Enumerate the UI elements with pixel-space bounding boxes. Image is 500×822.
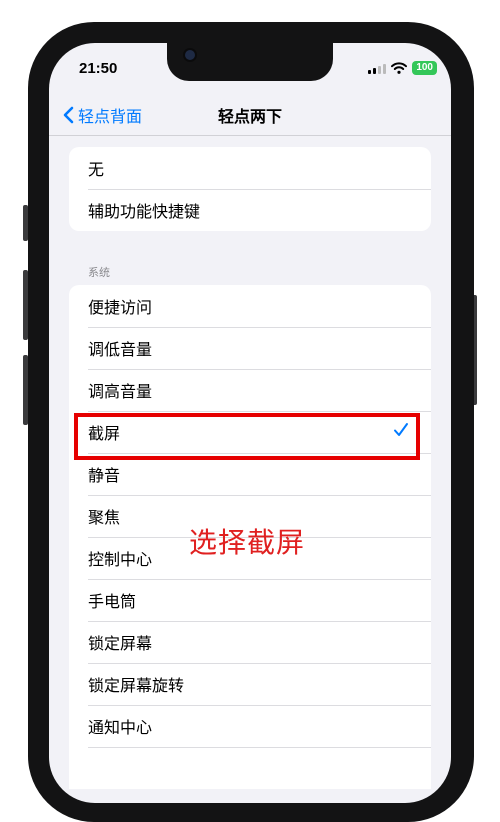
status-time: 21:50 — [79, 60, 118, 77]
top-options-group: 无 辅助功能快捷键 — [69, 147, 431, 231]
option-label: 通知中心 — [88, 718, 153, 737]
option-label: 锁定屏幕 — [88, 634, 153, 653]
camera-icon — [185, 50, 195, 60]
battery-indicator: 100 — [412, 61, 437, 75]
option-lock-rotation[interactable]: 锁定屏幕旋转 — [69, 663, 431, 705]
dynamic-notch — [167, 43, 333, 81]
option-lock-screen[interactable]: 锁定屏幕 — [69, 621, 431, 663]
navigation-bar: 轻点背面 轻点两下 — [49, 93, 451, 136]
option-label: 无 — [88, 160, 105, 179]
option-volume-down[interactable]: 调低音量 — [69, 327, 431, 369]
annotation-text: 选择截屏 — [189, 526, 306, 559]
option-accessibility-shortcut[interactable]: 辅助功能快捷键 — [69, 189, 431, 231]
section-header-system: 系统 — [88, 266, 110, 279]
option-label: 聚焦 — [88, 508, 121, 527]
option-label: 手电筒 — [88, 592, 137, 611]
option-label: 调低音量 — [88, 340, 153, 359]
option-label: 调高音量 — [88, 382, 153, 401]
option-label: 锁定屏幕旋转 — [88, 676, 185, 695]
wifi-icon — [391, 62, 408, 74]
status-indicators: 100 — [368, 61, 437, 75]
option-volume-up[interactable]: 调高音量 — [69, 369, 431, 411]
highlight-box — [74, 413, 420, 460]
option-flashlight[interactable]: 手电筒 — [69, 579, 431, 621]
option-notification-center[interactable]: 通知中心 — [69, 705, 431, 747]
option-label: 静音 — [88, 466, 121, 485]
option-label: 辅助功能快捷键 — [88, 202, 201, 221]
page-title: 轻点两下 — [217, 107, 282, 126]
cellular-signal-icon — [368, 63, 387, 74]
option-none[interactable]: 无 — [69, 147, 431, 189]
option-label: 控制中心 — [88, 550, 153, 569]
option-partial[interactable] — [69, 747, 431, 789]
option-label: 便捷访问 — [88, 298, 153, 317]
option-reachability[interactable]: 便捷访问 — [69, 285, 431, 327]
